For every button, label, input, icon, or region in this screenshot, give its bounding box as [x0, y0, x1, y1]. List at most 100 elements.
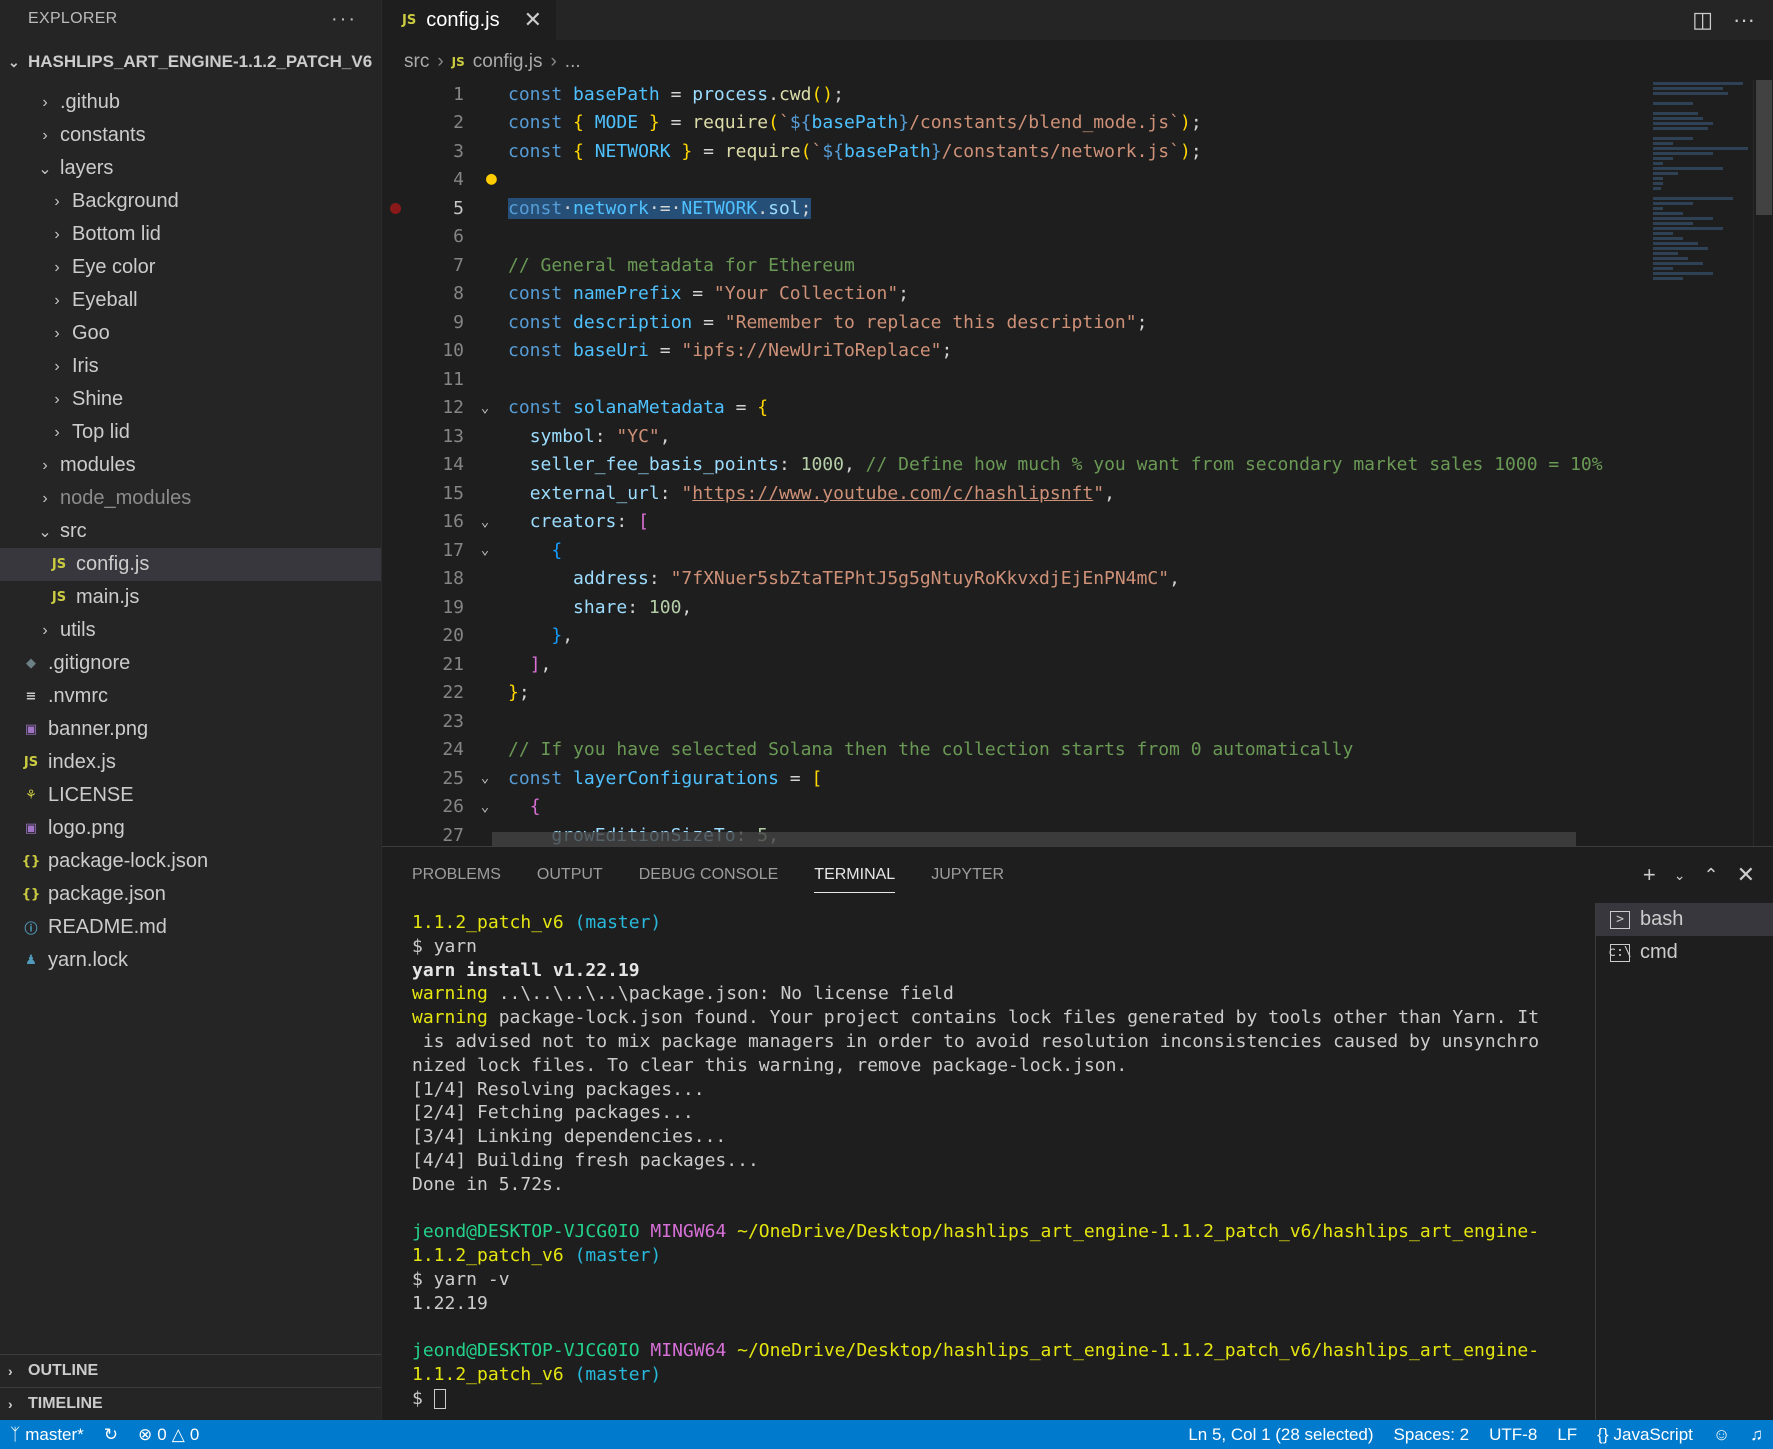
tab-problems[interactable]: PROBLEMS — [412, 858, 501, 892]
tree-file[interactable]: JS main.js — [0, 581, 381, 614]
timeline-section[interactable]: › TIMELINE — [0, 1387, 381, 1420]
close-icon[interactable]: ✕ — [524, 7, 542, 33]
code-text[interactable]: { — [496, 796, 541, 817]
code-line[interactable]: 5 const·network·=·NETWORK.sol; — [382, 194, 1773, 223]
code-text[interactable]: ], — [496, 654, 552, 675]
tree-folder[interactable]: › Eye color — [0, 251, 381, 284]
code-line[interactable]: 1 const basePath = process.cwd(); — [382, 80, 1773, 109]
fold-chevron-icon[interactable]: ⌄ — [474, 770, 496, 786]
tree-folder[interactable]: › .github — [0, 86, 381, 119]
code-text[interactable]: const { NETWORK } = require(`${basePath}… — [496, 141, 1202, 162]
tree-folder[interactable]: › Eyeball — [0, 284, 381, 317]
code-line[interactable]: 23 — [382, 707, 1773, 736]
code-text[interactable]: // General metadata for Ethereum — [496, 255, 855, 276]
code-line[interactable]: 6 — [382, 223, 1773, 252]
language-mode[interactable]: {} JavaScript — [1587, 1425, 1703, 1445]
code-text[interactable]: }; — [496, 682, 530, 703]
code-line[interactable]: 16 ⌄ creators: [ — [382, 508, 1773, 537]
code-text[interactable]: const layerConfigurations = [ — [496, 768, 822, 789]
cursor-position[interactable]: Ln 5, Col 1 (28 selected) — [1178, 1425, 1383, 1445]
code-line[interactable]: 7 // General metadata for Ethereum — [382, 251, 1773, 280]
code-text[interactable]: external_url: "https://www.youtube.com/c… — [496, 483, 1115, 504]
end-of-line[interactable]: LF — [1547, 1425, 1587, 1445]
outline-section[interactable]: › OUTLINE — [0, 1354, 381, 1387]
code-line[interactable]: 11 — [382, 365, 1773, 394]
horizontal-scrollbar[interactable] — [492, 832, 1576, 846]
encoding[interactable]: UTF-8 — [1479, 1425, 1547, 1445]
code-line[interactable]: 12 ⌄ const solanaMetadata = { — [382, 394, 1773, 423]
chevron-down-icon[interactable]: ⌄ — [1674, 867, 1686, 884]
code-line[interactable]: 26 ⌄ { — [382, 793, 1773, 822]
code-text[interactable]: creators: [ — [496, 511, 649, 532]
tree-folder[interactable]: › Shine — [0, 383, 381, 416]
problems-indicator[interactable]: ⊗ 0 △ 0 — [128, 1425, 209, 1445]
tree-folder[interactable]: › Background — [0, 185, 381, 218]
tree-folder[interactable]: › Top lid — [0, 416, 381, 449]
code-line[interactable]: 9 const description = "Remember to replac… — [382, 308, 1773, 337]
tab-jupyter[interactable]: JUPYTER — [931, 858, 1004, 892]
tree-folder[interactable]: › Bottom lid — [0, 218, 381, 251]
tree-file[interactable]: {} package-lock.json — [0, 845, 381, 878]
code-line[interactable]: 18 address: "7fXNuer5sbZtaTEPhtJ5g5gNtuy… — [382, 565, 1773, 594]
terminal-output[interactable]: 1.1.2_patch_v6 (master) $ yarn yarn instal… — [412, 911, 1773, 1411]
split-editor-icon[interactable]: ◫ — [1692, 7, 1713, 33]
code-text[interactable]: seller_fee_basis_points: 1000, // Define… — [496, 454, 1603, 475]
terminal-instance-bash[interactable]: > bash — [1596, 903, 1773, 936]
code-line[interactable]: 19 share: 100, — [382, 593, 1773, 622]
tree-file[interactable]: ▣ banner.png — [0, 713, 381, 746]
code-line[interactable]: 21 ], — [382, 650, 1773, 679]
code-text[interactable]: symbol: "YC", — [496, 426, 671, 447]
code-line[interactable]: 2 const { MODE } = require(`${basePath}/c… — [382, 109, 1773, 138]
tree-file[interactable]: ▣ logo.png — [0, 812, 381, 845]
fold-chevron-icon[interactable]: ⌄ — [474, 400, 496, 416]
tree-file[interactable]: JS index.js — [0, 746, 381, 779]
tab-terminal[interactable]: TERMINAL — [814, 858, 896, 893]
more-actions-icon[interactable]: ··· — [1733, 7, 1755, 33]
tree-file[interactable]: ♟ yarn.lock — [0, 944, 381, 977]
code-text[interactable]: share: 100, — [496, 597, 692, 618]
tree-file[interactable]: ⓘ README.md — [0, 911, 381, 944]
vertical-scrollbar[interactable] — [1753, 80, 1773, 846]
code-editor[interactable]: 1 const basePath = process.cwd(); 2 const {… — [382, 80, 1773, 846]
code-line[interactable]: 22}; — [382, 679, 1773, 708]
code-line[interactable]: 24 // If you have selected Solana then th… — [382, 736, 1773, 765]
code-line[interactable]: 17 ⌄ { — [382, 536, 1773, 565]
tree-file[interactable]: ⚘ LICENSE — [0, 779, 381, 812]
code-line[interactable]: 20 }, — [382, 622, 1773, 651]
tab-output[interactable]: OUTPUT — [537, 858, 603, 892]
code-line[interactable]: 4 ● — [382, 166, 1773, 195]
code-text[interactable]: const namePrefix = "Your Collection"; — [496, 283, 909, 304]
tree-file[interactable]: ≡ .nvmrc — [0, 680, 381, 713]
code-line[interactable]: 15 external_url: "https://www.youtube.co… — [382, 479, 1773, 508]
tree-folder[interactable]: › constants — [0, 119, 381, 152]
sync-button[interactable]: ↻ — [94, 1425, 128, 1445]
tree-folder[interactable]: ⌄ src — [0, 515, 381, 548]
indentation[interactable]: Spaces: 2 — [1384, 1425, 1480, 1445]
tree-folder[interactable]: › modules — [0, 449, 381, 482]
fold-chevron-icon[interactable]: ⌄ — [474, 799, 496, 815]
code-line[interactable]: 13 symbol: "YC", — [382, 422, 1773, 451]
code-line[interactable]: 3 const { NETWORK } = require(`${basePath… — [382, 137, 1773, 166]
tab-debug-console[interactable]: DEBUG CONSOLE — [639, 858, 779, 892]
branch-indicator[interactable]: ᛉ master* — [0, 1425, 94, 1445]
notifications-bell-icon[interactable]: ♫ — [1740, 1425, 1773, 1445]
terminal-instance-cmd[interactable]: c:\ cmd — [1596, 936, 1773, 969]
fold-chevron-icon[interactable]: ⌄ — [474, 542, 496, 558]
tree-folder[interactable]: ⌄ layers — [0, 152, 381, 185]
scrollbar-thumb[interactable] — [1756, 80, 1772, 215]
breadcrumb-symbol[interactable]: ... — [565, 51, 581, 73]
tab-config-js[interactable]: JS config.js ✕ — [382, 0, 556, 40]
tree-file[interactable]: {} package.json — [0, 878, 381, 911]
close-panel-icon[interactable]: ✕ — [1737, 862, 1755, 888]
code-text[interactable]: address: "7fXNuer5sbZtaTEPhtJ5g5gNtuyRoK… — [496, 568, 1180, 589]
code-line[interactable]: 14 seller_fee_basis_points: 1000, // Def… — [382, 451, 1773, 480]
tree-folder[interactable]: › Goo — [0, 317, 381, 350]
tree-folder[interactable]: › Iris — [0, 350, 381, 383]
breadcrumb-folder[interactable]: src — [404, 51, 429, 73]
code-text[interactable]: const basePath = process.cwd(); — [496, 84, 844, 105]
code-text[interactable]: const baseUri = "ipfs://NewUriToReplace"… — [496, 340, 952, 361]
code-text[interactable]: const·network·=·NETWORK.sol; — [496, 197, 812, 219]
minimap[interactable] — [1653, 80, 1753, 846]
tree-folder[interactable]: › utils — [0, 614, 381, 647]
code-line[interactable]: 25 ⌄ const layerConfigurations = [ — [382, 764, 1773, 793]
